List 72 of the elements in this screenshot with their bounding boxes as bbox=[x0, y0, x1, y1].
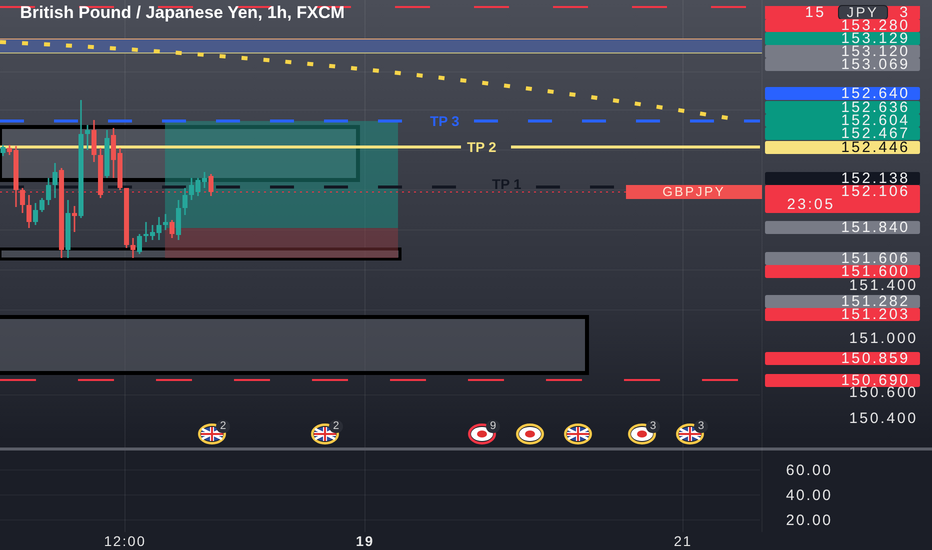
candle bbox=[52, 163, 58, 198]
event-count: 3 bbox=[694, 420, 708, 433]
target-label: TP 3 bbox=[430, 114, 460, 128]
event-count: 2 bbox=[216, 420, 230, 433]
candle bbox=[14, 146, 18, 207]
candle bbox=[170, 220, 174, 238]
candle bbox=[189, 178, 194, 200]
candle bbox=[156, 217, 162, 240]
candle bbox=[202, 172, 207, 188]
price-tag: 150.859 bbox=[765, 352, 920, 365]
candle bbox=[72, 206, 77, 232]
price-tag: 152.138 bbox=[765, 172, 920, 185]
candle bbox=[118, 148, 122, 190]
candle bbox=[40, 198, 44, 212]
price-tag: 153.280 bbox=[765, 19, 920, 32]
candle bbox=[208, 174, 214, 196]
axis-label: 151.400 bbox=[849, 278, 918, 293]
price-tag: 151.840 bbox=[765, 221, 920, 234]
japan-flag-icon[interactable] bbox=[515, 423, 545, 445]
price-tag: 15 JPY 3 bbox=[765, 6, 920, 19]
axis-label: 40.00 bbox=[786, 488, 833, 503]
price-tag: 152.636 bbox=[765, 101, 920, 114]
candle bbox=[137, 234, 142, 254]
uk-flag-icon[interactable] bbox=[563, 423, 593, 445]
price-tag: 151.600 bbox=[765, 265, 920, 278]
candle bbox=[144, 222, 148, 242]
event-count: 2 bbox=[329, 420, 344, 433]
price-tag: 153.120 bbox=[765, 45, 920, 58]
candle bbox=[0, 145, 6, 156]
candle bbox=[20, 188, 25, 213]
candle bbox=[46, 178, 51, 205]
candle bbox=[163, 214, 168, 230]
candle bbox=[7, 145, 12, 155]
candle bbox=[92, 120, 96, 162]
candle bbox=[182, 188, 188, 215]
price-tag: 152.604 bbox=[765, 114, 920, 127]
candle bbox=[150, 225, 155, 240]
axis-label: 60.00 bbox=[786, 463, 833, 478]
symbol-label: GBPJPY bbox=[626, 185, 762, 199]
time-label: 12:00 bbox=[104, 534, 146, 548]
axis-label: 150.600 bbox=[849, 385, 918, 400]
price-tag: 152.106 23:05 bbox=[765, 185, 920, 213]
candle bbox=[130, 238, 136, 258]
target-label: TP 2 bbox=[467, 140, 496, 154]
price-tag: 152.640 bbox=[765, 87, 920, 100]
candle bbox=[176, 200, 181, 240]
price-tag: 151.282 bbox=[765, 295, 920, 308]
price-tag: 150.690 bbox=[765, 374, 920, 387]
price-tag: 152.446 bbox=[765, 141, 920, 154]
candle bbox=[98, 148, 103, 198]
price-tag: 151.203 bbox=[765, 308, 920, 321]
event-count: 3 bbox=[646, 420, 660, 433]
candle bbox=[196, 178, 200, 196]
axis-label: 20.00 bbox=[786, 513, 833, 528]
candle bbox=[124, 188, 129, 248]
candle bbox=[26, 195, 32, 228]
time-label: 21 bbox=[674, 534, 692, 548]
price-tag: 153.129 bbox=[765, 32, 920, 45]
price-tag: 153.069 bbox=[765, 58, 920, 71]
chart-title: British Pound / Japanese Yen, 1h, FXCM bbox=[20, 2, 345, 24]
time-label: 19 bbox=[356, 534, 374, 548]
event-count: 9 bbox=[486, 420, 500, 433]
axis-label: 151.000 bbox=[849, 331, 918, 346]
axis-label: 150.400 bbox=[849, 411, 918, 426]
candle bbox=[66, 200, 70, 258]
currency-badge[interactable]: JPY bbox=[838, 5, 888, 20]
candle bbox=[85, 125, 90, 150]
candle bbox=[104, 130, 110, 178]
candle bbox=[33, 203, 38, 225]
price-tag: 152.467 bbox=[765, 127, 920, 140]
price-tag: 151.606 bbox=[765, 252, 920, 265]
candle bbox=[111, 128, 116, 178]
